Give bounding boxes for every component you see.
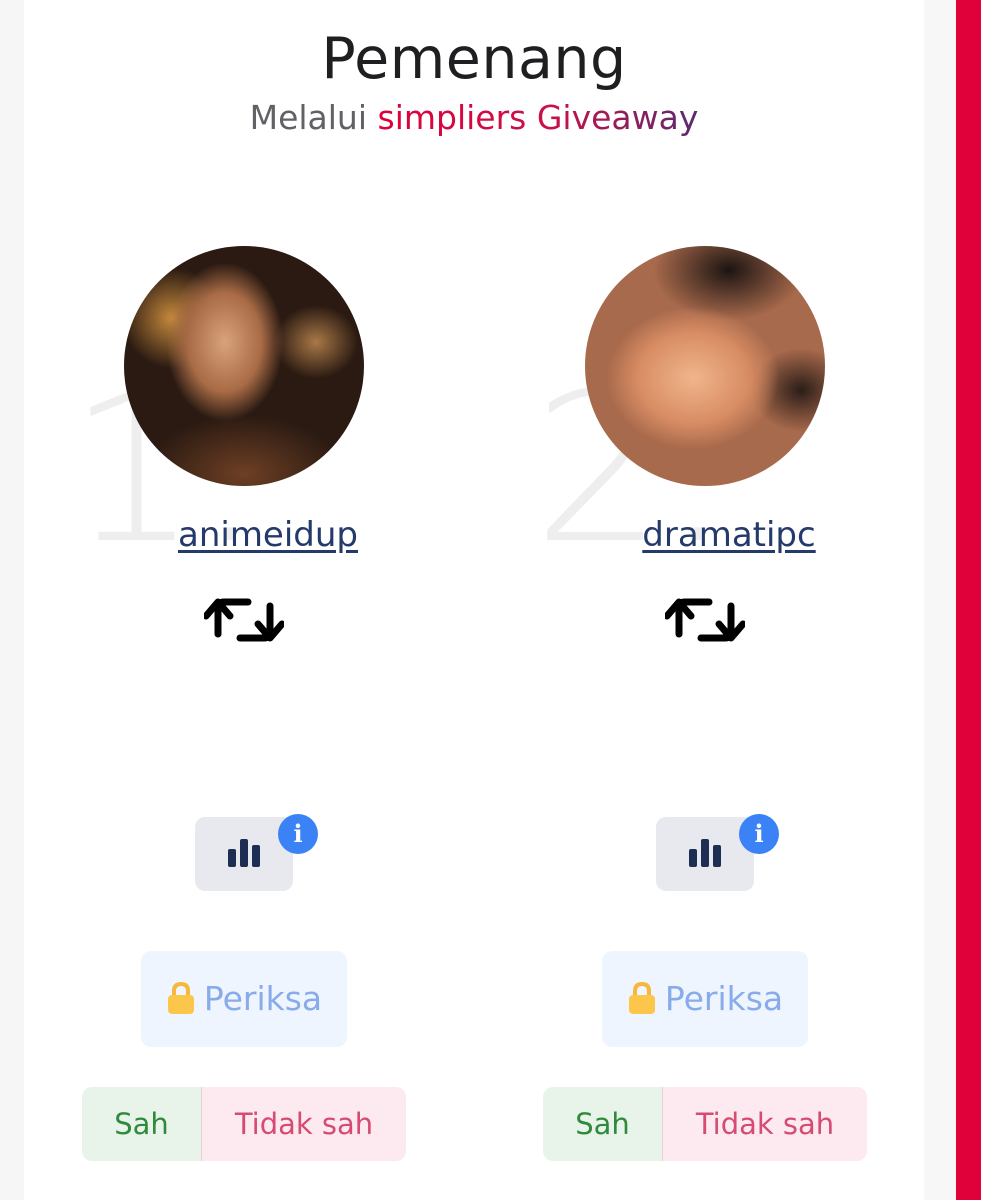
info-icon[interactable]: i <box>278 814 318 854</box>
winner-card-2: 2. dramatipc i Periksa Sah Tidak sah <box>485 0 945 1200</box>
retweet-icon <box>204 598 284 642</box>
winner-username-link[interactable]: animeidup <box>24 515 512 555</box>
validation-toggle: Sah Tidak sah <box>543 1087 867 1161</box>
winner-card-1: 1. animeidup i Periksa Sah Tidak sah <box>24 0 484 1200</box>
avatar[interactable] <box>124 246 364 486</box>
valid-button[interactable]: Sah <box>543 1087 662 1161</box>
invalid-button[interactable]: Tidak sah <box>663 1087 867 1161</box>
valid-button[interactable]: Sah <box>82 1087 201 1161</box>
lock-icon <box>628 981 655 1014</box>
invalid-button[interactable]: Tidak sah <box>202 1087 406 1161</box>
check-label: Periksa <box>203 979 323 1018</box>
validation-toggle: Sah Tidak sah <box>82 1087 406 1161</box>
check-button[interactable]: Periksa <box>602 951 808 1047</box>
lock-icon <box>167 981 194 1014</box>
avatar[interactable] <box>585 246 825 486</box>
accent-sidebar <box>956 0 981 1200</box>
winners-card: Pemenang Melalui simpliers Giveaway 1. a… <box>24 0 924 1200</box>
info-icon[interactable]: i <box>739 814 779 854</box>
right-margin <box>924 0 956 1200</box>
retweet-icon <box>665 598 745 642</box>
check-button[interactable]: Periksa <box>141 951 347 1047</box>
check-label: Periksa <box>664 979 784 1018</box>
winner-username-link[interactable]: dramatipc <box>485 515 973 555</box>
